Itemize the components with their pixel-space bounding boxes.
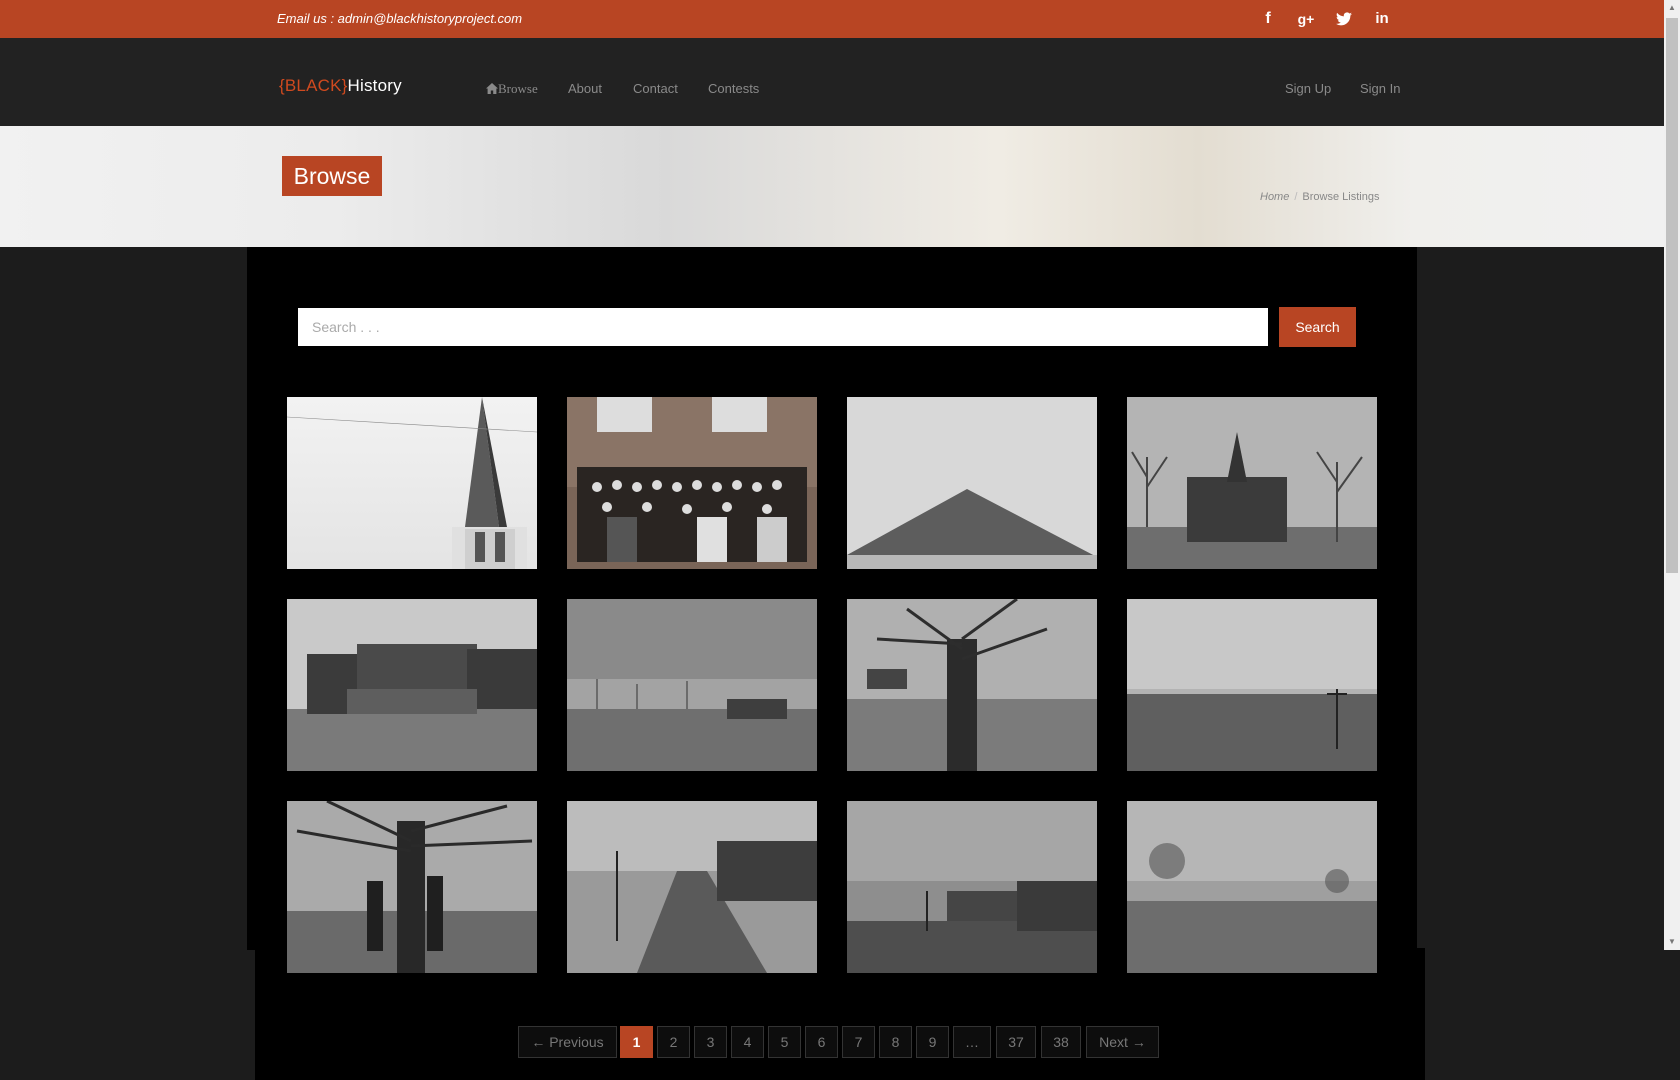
- search-input[interactable]: [298, 308, 1268, 346]
- listing-photo-open-field[interactable]: [567, 599, 817, 771]
- page-title: Browse: [282, 156, 382, 196]
- breadcrumb-separator: /: [1294, 191, 1298, 203]
- contact-email[interactable]: Email us : admin@blackhistoryproject.com: [277, 11, 522, 26]
- scrollbar-thumb[interactable]: [1666, 18, 1678, 573]
- scroll-down-arrow-icon[interactable]: ▼: [1664, 934, 1680, 950]
- google-plus-icon[interactable]: g+: [1295, 8, 1317, 30]
- breadcrumb-current: Browse Listings: [1302, 191, 1380, 203]
- pagination-page-38[interactable]: 38: [1041, 1026, 1081, 1058]
- pagination-page-7[interactable]: 7: [842, 1026, 875, 1058]
- pagination-page-9[interactable]: 9: [916, 1026, 949, 1058]
- pagination-page-8[interactable]: 8: [879, 1026, 912, 1058]
- pagination-page-37[interactable]: 37: [996, 1026, 1036, 1058]
- home-icon: [486, 83, 498, 94]
- listing-photo-church-steeple[interactable]: [287, 397, 537, 569]
- pagination-previous[interactable]: ← Previous: [518, 1026, 617, 1058]
- listing-photo-smoky-landscape[interactable]: [1127, 801, 1377, 973]
- pagination-page-5[interactable]: 5: [768, 1026, 801, 1058]
- listing-photo-dirt-road[interactable]: [567, 801, 817, 973]
- listing-photo-shanty-houses[interactable]: [287, 599, 537, 771]
- nav-contact[interactable]: Contact: [633, 81, 678, 96]
- pagination-page-4[interactable]: 4: [731, 1026, 764, 1058]
- linkedin-icon[interactable]: in: [1371, 8, 1393, 30]
- page-banner: Browse Home / Browse Listings: [0, 126, 1664, 247]
- nav-contests[interactable]: Contests: [708, 81, 759, 96]
- facebook-icon[interactable]: f: [1257, 8, 1279, 30]
- breadcrumb-home[interactable]: Home: [1260, 191, 1289, 203]
- listing-photo-street-houses[interactable]: [847, 801, 1097, 973]
- scroll-up-arrow-icon[interactable]: ▲: [1664, 0, 1680, 16]
- pagination-page-3[interactable]: 3: [694, 1026, 727, 1058]
- listing-photo-group-portrait[interactable]: [567, 397, 817, 569]
- nav-sign-up[interactable]: Sign Up: [1285, 81, 1331, 96]
- main-navbar: {BLACK}History Browse About Contact Cont…: [0, 38, 1664, 126]
- pagination-page-2[interactable]: 2: [657, 1026, 690, 1058]
- pagination-next[interactable]: Next →: [1086, 1026, 1159, 1058]
- nav-browse[interactable]: Browse: [486, 81, 538, 97]
- pagination-page-1[interactable]: 1: [620, 1026, 653, 1058]
- listing-photo-men-by-tree[interactable]: [287, 801, 537, 973]
- pagination-ellipsis: …: [953, 1026, 991, 1058]
- search-button[interactable]: Search: [1279, 307, 1356, 347]
- nav-sign-in[interactable]: Sign In: [1360, 81, 1400, 96]
- top-bar: Email us : admin@blackhistoryproject.com: [0, 0, 1664, 38]
- twitter-icon[interactable]: [1333, 8, 1355, 30]
- site-logo[interactable]: {BLACK}History: [279, 76, 402, 96]
- listing-photo-hillside-view[interactable]: [1127, 599, 1377, 771]
- nav-about[interactable]: About: [568, 81, 602, 96]
- listing-photo-brick-building[interactable]: [1127, 397, 1377, 569]
- listing-photo-wooden-house[interactable]: [847, 397, 1097, 569]
- pagination-page-6[interactable]: 6: [805, 1026, 838, 1058]
- breadcrumb: Home / Browse Listings: [1260, 191, 1379, 203]
- listing-photo-large-tree[interactable]: [847, 599, 1097, 771]
